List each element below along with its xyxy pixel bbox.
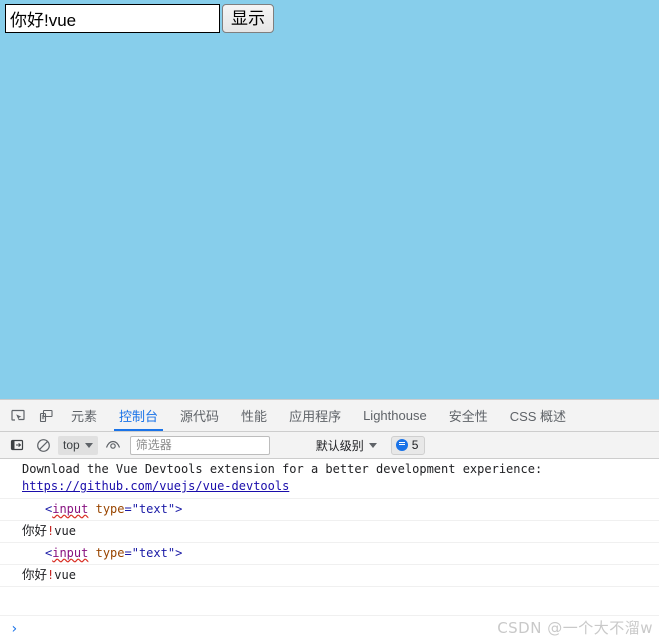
node-attr-name: type	[95, 546, 125, 560]
tab-lighthouse[interactable]: Lighthouse	[352, 400, 438, 431]
node-close-bracket: >	[175, 546, 183, 560]
console-prompt[interactable]: ›	[0, 615, 659, 641]
tab-label: 应用程序	[289, 409, 342, 424]
console-message-list[interactable]: Download the Vue Devtools extension for …	[0, 459, 659, 641]
screenshot-root: 显示 元素	[0, 0, 659, 641]
console-message-node-2: <input type="text">	[0, 543, 659, 565]
vue-devtools-link[interactable]: https://github.com/vuejs/vue-devtools	[22, 479, 289, 493]
console-message-text-1: 你好!vue	[0, 521, 659, 543]
toggle-device-toolbar-icon[interactable]	[32, 400, 60, 431]
node-space	[88, 502, 95, 516]
show-button[interactable]: 显示	[222, 4, 274, 33]
node-close-bracket: >	[175, 502, 183, 516]
console-message-vue-devtools: Download the Vue Devtools extension for …	[0, 459, 659, 499]
tab-label: 控制台	[119, 409, 159, 424]
execution-context-value: top	[63, 438, 80, 452]
log-text-before: 你好	[22, 567, 48, 582]
tab-label: 性能	[241, 409, 268, 424]
console-message-node-1: <input type="text">	[0, 499, 659, 521]
node-tag-name: input	[52, 502, 89, 516]
log-level-value: 默认级别	[315, 438, 364, 453]
log-text-after: vue	[54, 524, 76, 538]
log-text-before: 你好	[22, 523, 48, 538]
node-attr-value: "text"	[131, 502, 176, 516]
tab-label: Lighthouse	[363, 408, 427, 423]
node-tag-name: input	[52, 546, 89, 560]
tab-performance[interactable]: 性能	[230, 400, 278, 431]
tab-label: 源代码	[180, 409, 220, 424]
tab-elements[interactable]: 元素	[60, 400, 108, 431]
tab-console[interactable]: 控制台	[108, 400, 169, 431]
message-count-badge[interactable]: 5	[390, 435, 426, 455]
tab-security[interactable]: 安全性	[438, 400, 499, 431]
console-toolbar: top 默认级别 5	[0, 432, 659, 459]
node-attr-name: type	[95, 502, 125, 516]
log-level-select[interactable]: 默认级别	[312, 436, 381, 455]
tab-application[interactable]: 应用程序	[278, 400, 352, 431]
node-space	[88, 546, 95, 560]
prompt-chevron-icon: ›	[10, 620, 19, 637]
info-bubble-icon	[395, 439, 408, 451]
tab-label: CSS 概述	[509, 409, 567, 424]
console-sidebar-toggle-icon[interactable]	[6, 435, 28, 456]
tab-css-overview[interactable]: CSS 概述	[499, 400, 577, 431]
execution-context-select[interactable]: top	[58, 435, 98, 455]
log-text-after: vue	[54, 568, 76, 582]
chevron-down-icon	[368, 442, 377, 448]
node-equals: =	[124, 502, 132, 516]
console-filter-input[interactable]	[129, 435, 270, 455]
chevron-down-icon	[84, 442, 93, 448]
devtools-tabbar: 元素 控制台 源代码 性能 应用程序 Lighthouse 安全性 CSS 概述	[0, 400, 659, 432]
tab-sources[interactable]: 源代码	[169, 400, 230, 431]
tab-label: 安全性	[448, 409, 488, 424]
tab-label: 元素	[71, 409, 98, 424]
inspect-element-icon[interactable]	[4, 400, 32, 431]
live-expression-eye-icon[interactable]	[102, 435, 124, 456]
page-content: 显示	[5, 4, 274, 33]
console-message-text-2: 你好!vue	[0, 565, 659, 587]
message-text-input[interactable]	[5, 4, 220, 33]
devtools-panel: 元素 控制台 源代码 性能 应用程序 Lighthouse 安全性 CSS 概述	[0, 399, 659, 641]
message-count-value: 5	[411, 438, 419, 452]
node-equals: =	[124, 546, 132, 560]
node-attr-value: "text"	[131, 546, 176, 560]
clear-console-icon[interactable]	[32, 435, 54, 456]
console-message-text: Download the Vue Devtools extension for …	[22, 462, 543, 476]
browser-page-viewport: 显示	[0, 0, 659, 399]
